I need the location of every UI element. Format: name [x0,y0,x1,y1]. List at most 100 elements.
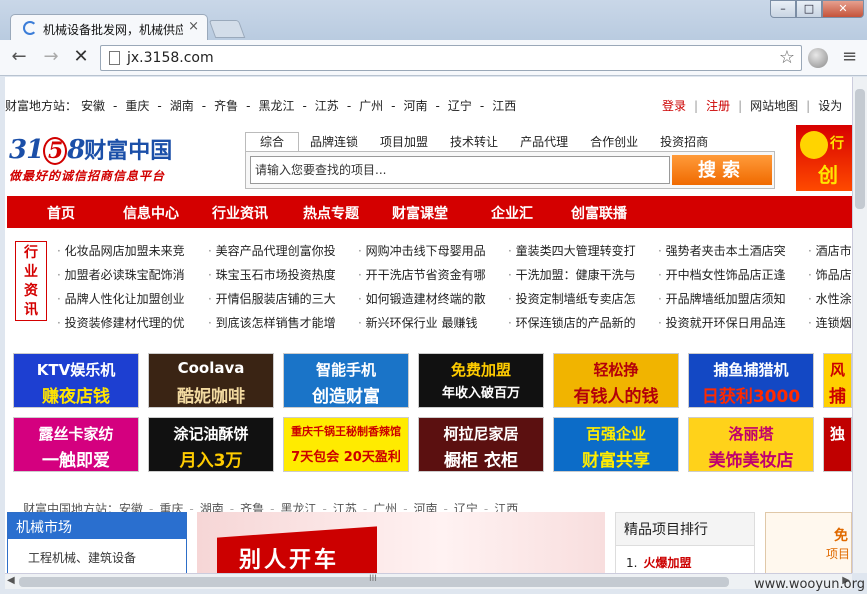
corner-ad[interactable]: 行 创 [796,125,852,191]
ad-banner[interactable]: KTV娱乐机 赚夜店钱 [13,353,139,408]
sitemap-link[interactable]: 网站地图 [750,99,798,113]
news-link[interactable]: 连锁烟 [808,311,852,335]
promo-banner[interactable]: 别人开车 [197,512,605,573]
ad-banner[interactable]: 风捕 [823,353,852,408]
city-link[interactable]: 江苏 [315,99,339,113]
back-arrow-icon[interactable]: ← [8,47,30,69]
news-column: 童装类四大管理转变打干洗加盟：健康干洗与投资定制墙纸专卖店怎环保连锁店的产品新的 [508,239,653,335]
search-tab[interactable]: 投资招商 [649,133,719,151]
news-link[interactable]: 珠宝玉石市场投资热度 [208,263,353,287]
news-link[interactable]: 投资就开环保日用品连 [658,311,803,335]
account-links: 登录 | 注册 | 网站地图 | 设为 [662,99,843,113]
news-link[interactable]: 网购冲击线下母婴用品 [358,239,503,263]
window-minimize-button[interactable]: – [770,0,796,18]
horizontal-scrollbar[interactable]: ◀ III ▶ [5,573,852,589]
machinery-market-box: 机械市场 工程机械、建筑设备 [7,512,187,573]
bookmark-star-icon[interactable]: ☆ [779,47,795,68]
login-link[interactable]: 登录 [662,99,686,113]
ad-banner[interactable]: 重庆千锅王秘制香辣馆 7天包会 20天盈利 [283,417,409,472]
news-link[interactable]: 开品牌墙纸加盟店须知 [658,287,803,311]
ad-banner[interactable]: 涂记油酥饼 月入3万 [148,417,274,472]
nav-item[interactable]: 首页 [47,203,75,223]
nav-item[interactable]: 热点专题 [303,203,359,223]
news-link[interactable]: 开中档女性饰品店正逢 [658,263,803,287]
tab-close-icon[interactable]: × [188,19,199,34]
ad-banner[interactable]: 百强企业 财富共享 [553,417,679,472]
city-link[interactable]: 湖南 [170,99,194,113]
news-link[interactable]: 投资装修建材代理的优 [57,311,202,335]
ad-banner[interactable]: 柯拉尼家居 橱柜 衣柜 [418,417,544,472]
news-column: 网购冲击线下母婴用品开干洗店节省资金有哪如何锻造建材终端的散新兴环保行业 最赚钱 [358,239,503,335]
news-link[interactable]: 到底该怎样销售才能增 [208,311,353,335]
nav-item[interactable]: 创富联播 [571,203,627,223]
city-link[interactable]: 安徽 [81,99,105,113]
scroll-left-icon[interactable]: ◀ [7,575,15,586]
search-tab[interactable]: 品牌连锁 [299,133,369,151]
news-link[interactable]: 新兴环保行业 最赚钱 [358,311,503,335]
window-close-button[interactable]: ✕ [822,0,864,18]
search-button[interactable]: 搜索 [672,155,772,185]
address-url[interactable]: jx.3158.com [127,50,214,66]
nav-item[interactable]: 财富课堂 [392,203,448,223]
machinery-market-item[interactable]: 工程机械、建筑设备 [8,539,186,573]
vertical-scroll-thumb[interactable] [855,89,865,209]
ad-banner[interactable]: 轻松挣 有钱人的钱 [553,353,679,408]
news-link[interactable]: 干洗加盟：健康干洗与 [508,263,653,287]
nav-item[interactable]: 信息中心 [123,203,179,223]
ad-banner[interactable]: 独 [823,417,852,472]
register-link[interactable]: 注册 [706,99,730,113]
city-link[interactable]: 广州 [359,99,383,113]
news-link[interactable]: 化妆品网店加盟未来竞 [57,239,202,263]
news-link[interactable]: 环保连锁店的产品新的 [508,311,653,335]
right-side-ad[interactable]: 免 项目 [765,512,852,573]
search-input[interactable]: 请输入您要查找的项目... [250,156,670,184]
news-link[interactable]: 开干洗店节省资金有哪 [358,263,503,287]
browser-tab[interactable]: 机械设备批发网，机械供应 × [10,14,208,40]
horizontal-scroll-thumb[interactable]: III [19,574,729,587]
news-link[interactable]: 强势者夹击本土酒店突 [658,239,803,263]
nav-item[interactable]: 行业资讯 [212,203,268,223]
news-link[interactable]: 酒店市 [808,239,852,263]
city-link[interactable]: 河南 [404,99,428,113]
browser-toolbar: ← → ✕ jx.3158.com ☆ ≡ [0,40,867,76]
search-tab[interactable]: 综合 [245,132,300,152]
news-link[interactable]: 加盟者必读珠宝配饰消 [57,263,202,287]
ad-banner[interactable]: 洛丽塔 美饰美妆店 [688,417,814,472]
project-ranking-item[interactable]: 1. 火爆加盟 [616,546,754,573]
ad-banner[interactable]: 露丝卡家纺 一触即爱 [13,417,139,472]
search-tab[interactable]: 产品代理 [509,133,579,151]
ad-banner[interactable]: 捕鱼捕猎机 日获利3000 [688,353,814,408]
machinery-market-title[interactable]: 机械市场 [8,513,186,539]
stop-loading-icon[interactable]: ✕ [70,47,92,69]
ad-banner[interactable]: 智能手机 创造财富 [283,353,409,408]
search-tab[interactable]: 技术转让 [439,133,509,151]
search-tab[interactable]: 合作创业 [579,133,649,151]
city-link[interactable]: 重庆 [125,99,149,113]
news-link[interactable]: 开情侣服装店铺的三大 [208,287,353,311]
forward-arrow-icon[interactable]: → [40,47,62,69]
ad-banner[interactable]: Coolava 酷妮咖啡 [148,353,274,408]
new-tab-button[interactable] [208,20,246,38]
menu-icon[interactable]: ≡ [842,46,857,67]
news-link[interactable]: 如何锻造建材终端的散 [358,287,503,311]
news-link[interactable]: 童装类四大管理转变打 [508,239,653,263]
news-link[interactable]: 品牌人性化让加盟创业 [57,287,202,311]
news-link[interactable]: 水性涂 [808,287,852,311]
city-link[interactable]: 江西 [492,99,516,113]
set-homepage-link[interactable]: 设为 [818,99,842,113]
site-logo[interactable]: 31 5 8财富中国 做最好的诚信招商信息平台 [9,133,209,193]
news-link[interactable]: 饰品店 [808,263,852,287]
vertical-scrollbar[interactable] [852,77,867,573]
city-link[interactable]: 黑龙江 [258,99,294,113]
city-link[interactable]: 齐鲁 [214,99,238,113]
city-link[interactable]: 辽宁 [448,99,472,113]
promo-banner-text: 别人开车 [239,548,340,573]
window-maximize-button[interactable]: □ [796,0,822,18]
nav-item[interactable]: 企业汇 [491,203,533,223]
address-bar[interactable]: jx.3158.com ☆ [100,45,802,71]
search-tab[interactable]: 项目加盟 [369,133,439,151]
extension-globe-icon[interactable] [808,48,828,68]
ad-banner[interactable]: 免费加盟 年收入破百万 [418,353,544,408]
news-link[interactable]: 投资定制墙纸专卖店怎 [508,287,653,311]
news-link[interactable]: 美容产品代理创富你投 [208,239,353,263]
